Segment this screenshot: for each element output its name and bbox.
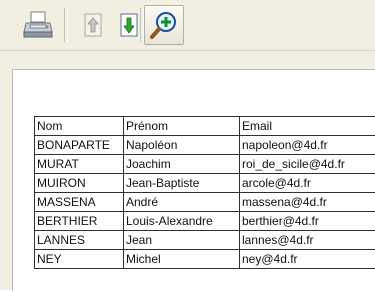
- print-button[interactable]: [20, 7, 56, 43]
- cell-nom: BONAPARTE: [35, 136, 124, 155]
- cell-email: lannes@4d.fr: [240, 231, 375, 250]
- cell-nom: MASSENA: [35, 193, 124, 212]
- cell-email: arcole@4d.fr: [240, 174, 375, 193]
- cell-nom: MUIRON: [35, 174, 124, 193]
- contacts-table: Nom Prénom Email BONAPARTE Napoléon napo…: [34, 116, 375, 269]
- cell-email: ney@4d.fr: [240, 250, 375, 269]
- table-row: MASSENA André massena@4d.fr: [35, 193, 375, 212]
- table-row: BERTHIER Louis-Alexandre berthier@4d.fr: [35, 212, 375, 231]
- cell-prenom: Napoléon: [124, 136, 240, 155]
- column-header-nom: Nom: [35, 117, 124, 136]
- previous-page-button[interactable]: [75, 7, 111, 43]
- page-down-icon: [118, 12, 140, 38]
- cell-nom: BERTHIER: [35, 212, 124, 231]
- cell-prenom: Louis-Alexandre: [124, 212, 240, 231]
- table-row: MURAT Joachim roi_de_sicile@4d.fr: [35, 155, 375, 174]
- cell-email: roi_de_sicile@4d.fr: [240, 155, 375, 174]
- cell-nom: NEY: [35, 250, 124, 269]
- zoom-in-icon: [148, 9, 180, 41]
- preview-toolbar: [0, 0, 375, 51]
- cell-prenom: André: [124, 193, 240, 212]
- column-header-email: Email: [240, 117, 375, 136]
- table-row: MUIRON Jean-Baptiste arcole@4d.fr: [35, 174, 375, 193]
- page-up-icon: [82, 12, 104, 38]
- cell-prenom: Jean: [124, 231, 240, 250]
- preview-page: Nom Prénom Email BONAPARTE Napoléon napo…: [12, 69, 375, 291]
- table-row: BONAPARTE Napoléon napoleon@4d.fr: [35, 136, 375, 155]
- printer-icon: [22, 10, 54, 40]
- table-header-row: Nom Prénom Email: [35, 117, 375, 136]
- preview-area: Nom Prénom Email BONAPARTE Napoléon napo…: [0, 51, 375, 290]
- cell-email: massena@4d.fr: [240, 193, 375, 212]
- cell-email: napoleon@4d.fr: [240, 136, 375, 155]
- table-row: LANNES Jean lannes@4d.fr: [35, 231, 375, 250]
- cell-nom: MURAT: [35, 155, 124, 174]
- cell-nom: LANNES: [35, 231, 124, 250]
- cell-email: berthier@4d.fr: [240, 212, 375, 231]
- table-row: NEY Michel ney@4d.fr: [35, 250, 375, 269]
- zoom-button[interactable]: [144, 5, 184, 45]
- cell-prenom: Jean-Baptiste: [124, 174, 240, 193]
- toolbar-separator: [64, 8, 68, 42]
- cell-prenom: Joachim: [124, 155, 240, 174]
- cell-prenom: Michel: [124, 250, 240, 269]
- column-header-prenom: Prénom: [124, 117, 240, 136]
